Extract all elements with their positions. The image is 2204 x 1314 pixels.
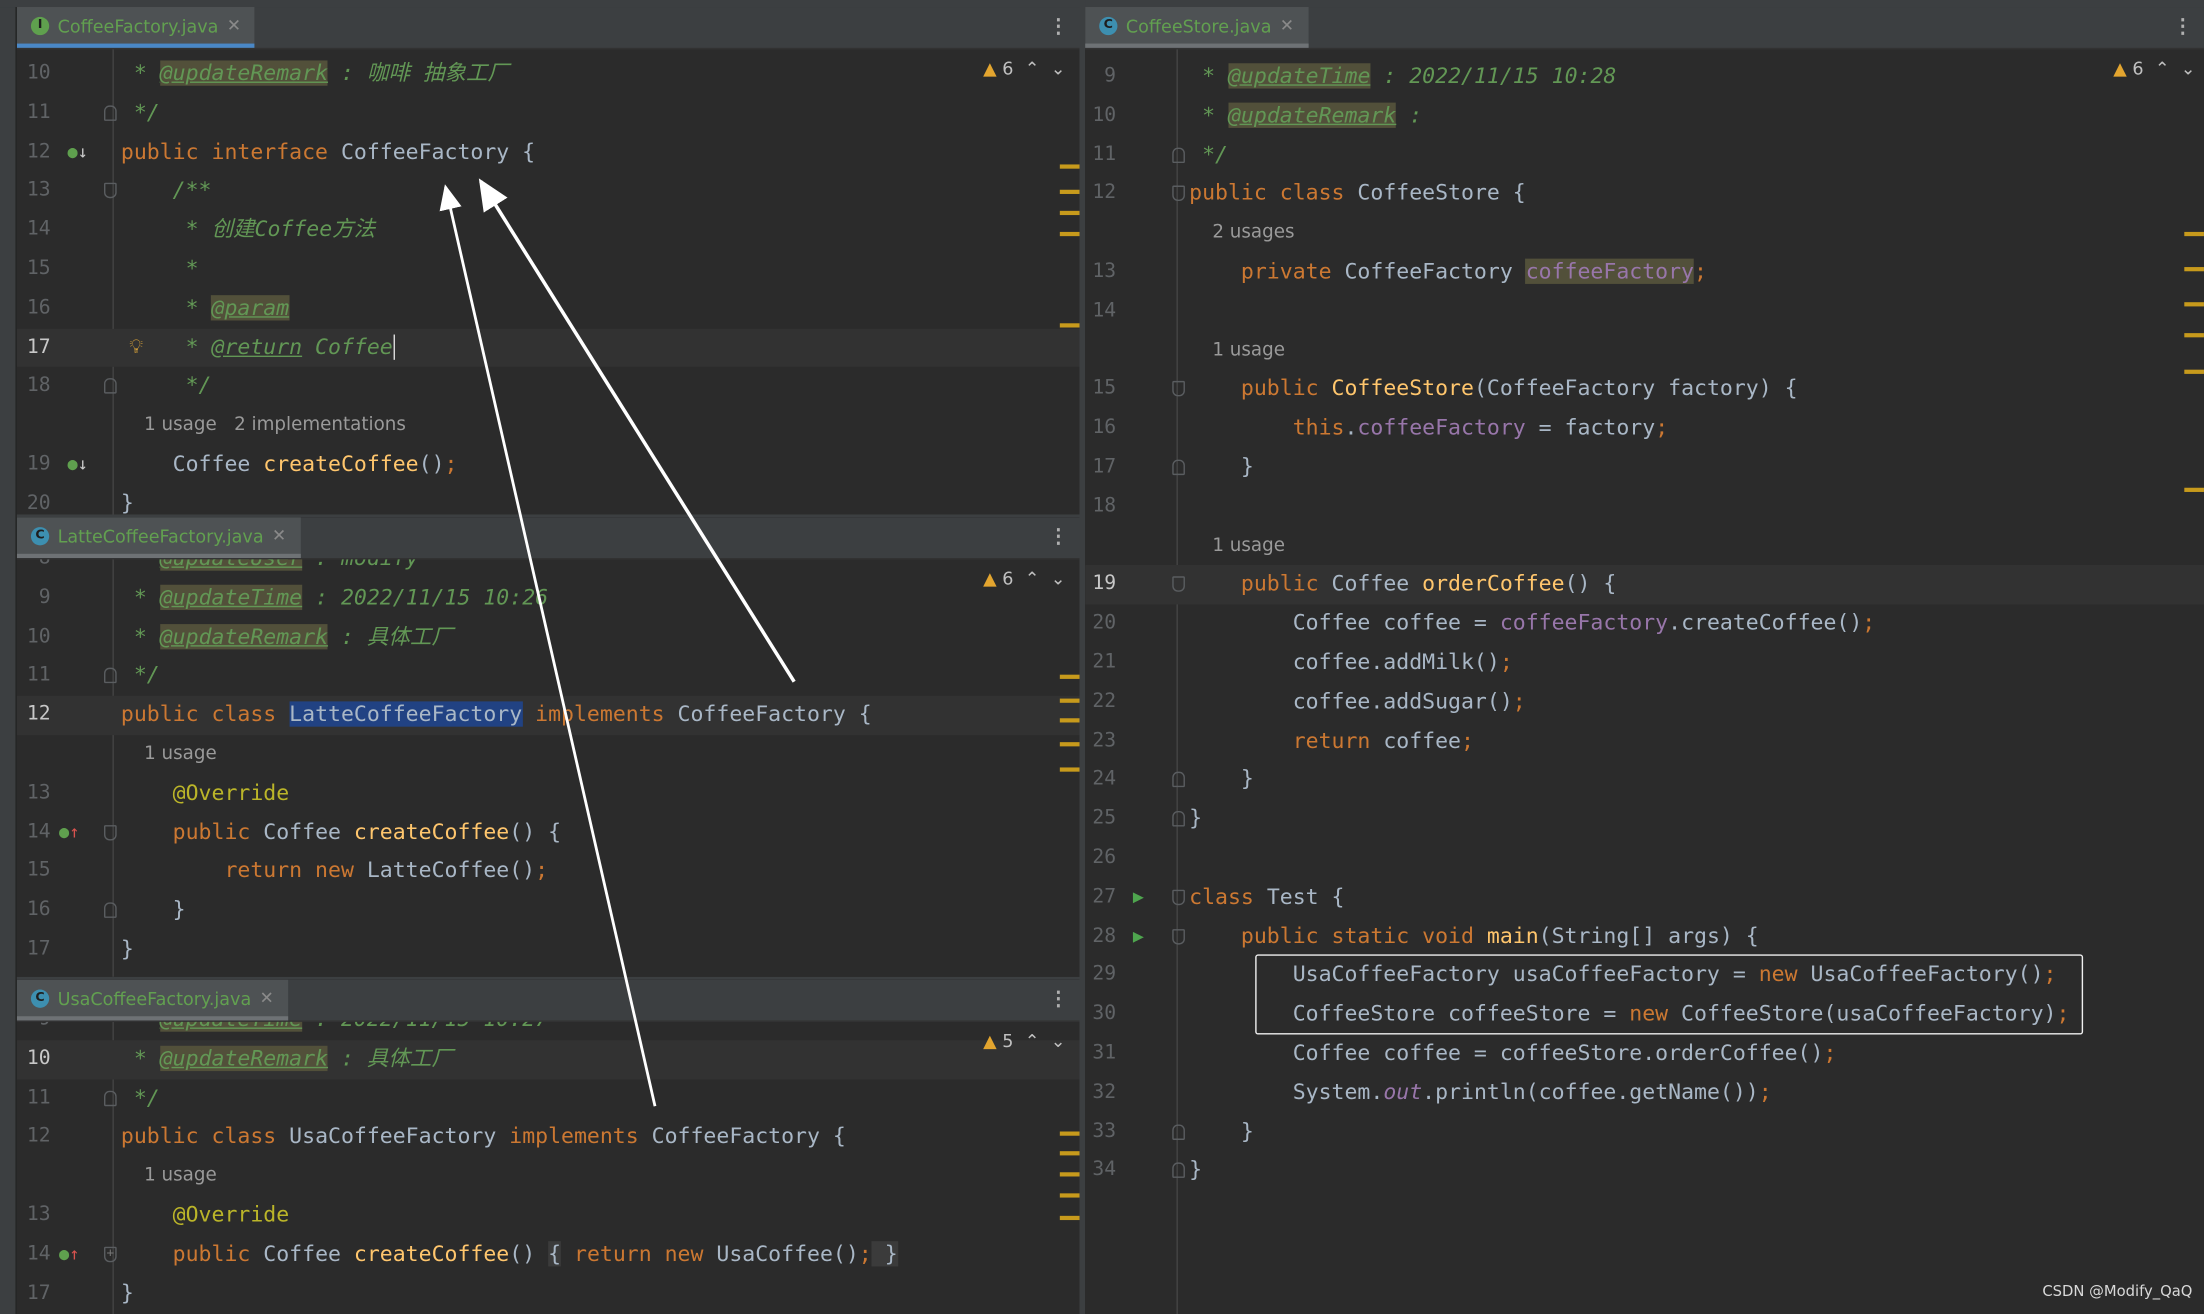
ide-window: I CoffeeFactory.java ✕ ⋮ 10 * @updateRemark … — [0, 0, 2204, 1314]
annotation-arrows — [439, 178, 796, 1107]
arrow-latte-to-interface — [478, 178, 796, 683]
watermark: CSDN @Modify_QaQ — [2042, 1283, 2193, 1301]
arrow-usa-to-interface — [439, 184, 657, 1107]
